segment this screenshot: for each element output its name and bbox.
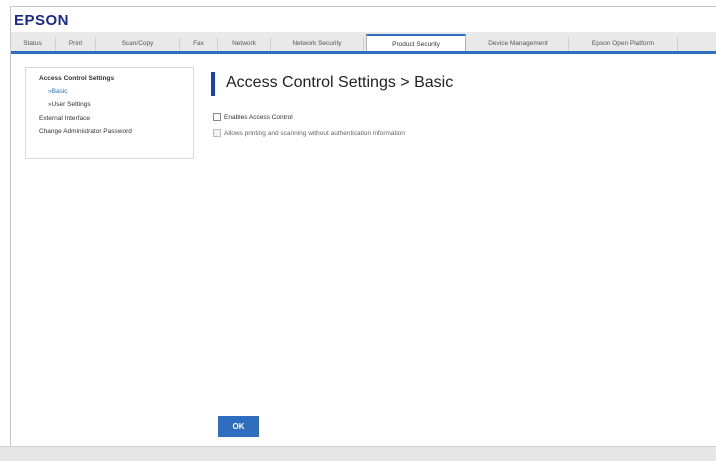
page-title: Access Control Settings > Basic	[226, 74, 454, 91]
allow-unauthenticated-label: Allows printing and scanning without aut…	[224, 129, 406, 137]
nav-change-admin-password[interactable]: Change Administrator Password	[39, 128, 132, 135]
tab-device-management[interactable]: Device Management	[468, 37, 569, 51]
epson-logo: EPSON	[14, 12, 70, 29]
nav-external-interface[interactable]: External Interface	[39, 115, 90, 122]
nav-access-control-settings[interactable]: Access Control Settings	[39, 75, 114, 82]
tab-network[interactable]: Network	[218, 37, 271, 51]
ok-button[interactable]: OK	[218, 416, 259, 437]
tab-network-security[interactable]: Network Security	[271, 37, 364, 51]
nav-basic[interactable]: »Basic	[48, 88, 68, 95]
enable-access-control-checkbox[interactable]	[213, 113, 221, 121]
browser-page: EPSON Status Print Scan/Copy Fax Network…	[0, 0, 716, 461]
nav-user-settings[interactable]: »User Settings	[48, 101, 91, 108]
tab-product-security[interactable]: Product Security	[366, 34, 466, 51]
title-accent-bar	[211, 72, 215, 96]
tab-status[interactable]: Status	[10, 37, 56, 51]
header-bar	[10, 6, 716, 32]
enable-access-control-option[interactable]: Enables Access Control	[213, 113, 293, 121]
enable-access-control-label: Enables Access Control	[224, 113, 293, 121]
tab-fax[interactable]: Fax	[180, 37, 218, 51]
tab-epson-open-platform[interactable]: Epson Open Platform	[569, 37, 678, 51]
footer-bar	[0, 446, 716, 461]
allow-unauthenticated-checkbox	[213, 129, 221, 137]
side-nav: Access Control Settings »Basic »User Set…	[25, 67, 194, 159]
allow-unauthenticated-option: Allows printing and scanning without aut…	[213, 129, 405, 137]
tab-print[interactable]: Print	[56, 37, 96, 51]
tab-bar: Status Print Scan/Copy Fax Network Netwo…	[10, 32, 716, 54]
tab-scan-copy[interactable]: Scan/Copy	[96, 37, 180, 51]
